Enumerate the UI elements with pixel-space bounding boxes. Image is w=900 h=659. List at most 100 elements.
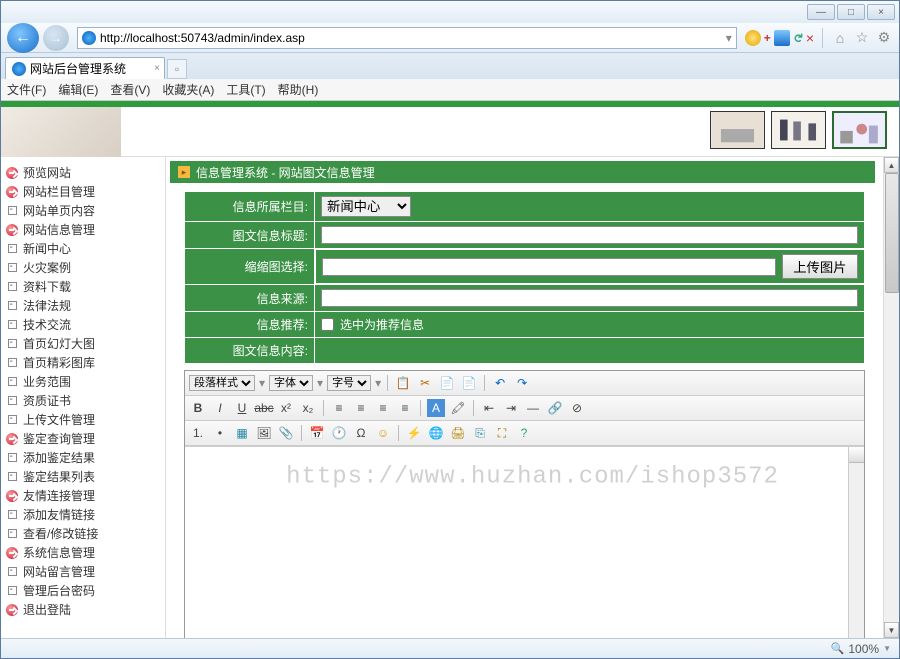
sidebar-item-0[interactable]: 预览网站 (5, 163, 161, 182)
sidebar-item-2[interactable]: 网站单页内容 (5, 201, 161, 220)
sidebar-item-19[interactable]: 查看/修改链接 (5, 524, 161, 543)
media-icon[interactable]: 🌐 (427, 424, 445, 442)
ol-icon[interactable]: 1. (189, 424, 207, 442)
symbol-icon[interactable]: Ω (352, 424, 370, 442)
ul-icon[interactable]: • (211, 424, 229, 442)
category-select[interactable]: 新闻中心 (321, 196, 411, 217)
stop-icon[interactable]: + (764, 31, 771, 45)
close-button[interactable]: × (867, 4, 895, 20)
sidebar-item-15[interactable]: 添加鉴定结果 (5, 448, 161, 467)
sidebar-item-18[interactable]: 添加友情链接 (5, 505, 161, 524)
source-icon[interactable]: ⎘ (471, 424, 489, 442)
fullscreen-icon[interactable]: ⛶ (493, 424, 511, 442)
time-icon[interactable]: 🕐 (330, 424, 348, 442)
strike-icon[interactable]: abc (255, 399, 273, 417)
sidebar-item-5[interactable]: 火灾案例 (5, 258, 161, 277)
italic-icon[interactable]: I (211, 399, 229, 417)
image-icon[interactable]: 🖼 (255, 424, 273, 442)
menu-favorites[interactable]: 收藏夹(A) (162, 81, 214, 98)
sub-icon[interactable]: x₂ (299, 399, 317, 417)
sidebar-item-3[interactable]: 网站信息管理 (5, 220, 161, 239)
sidebar-item-1[interactable]: 网站栏目管理 (5, 182, 161, 201)
font-family-select[interactable]: 字体 (269, 375, 313, 391)
zoom-dropdown-icon[interactable]: ▼ (883, 644, 891, 653)
source-input[interactable] (321, 289, 858, 307)
menu-tools[interactable]: 工具(T) (226, 81, 265, 98)
para-style-select[interactable]: 段落样式 (189, 375, 255, 391)
upload-button[interactable]: 上传图片 (782, 254, 857, 279)
go-icon[interactable]: ↻ (791, 32, 805, 42)
bg-color-icon[interactable]: 🖍 (449, 399, 467, 417)
sidebar-item-4[interactable]: 新闻中心 (5, 239, 161, 258)
sidebar-item-20[interactable]: 系统信息管理 (5, 543, 161, 562)
sidebar-item-9[interactable]: 首页幻灯大图 (5, 334, 161, 353)
emoji-icon[interactable]: ☺ (374, 424, 392, 442)
sidebar-item-7[interactable]: 法律法规 (5, 296, 161, 315)
bold-icon[interactable]: B (189, 399, 207, 417)
sidebar-item-13[interactable]: 上传文件管理 (5, 410, 161, 429)
minimize-button[interactable]: — (807, 4, 835, 20)
flash-icon[interactable]: ⚡ (405, 424, 423, 442)
scroll-down-icon[interactable]: ▼ (884, 622, 899, 638)
link-icon[interactable]: 🔗 (546, 399, 564, 417)
indent-icon[interactable]: ⇥ (502, 399, 520, 417)
maximize-button[interactable]: □ (837, 4, 865, 20)
editor-textarea[interactable] (185, 446, 864, 638)
table-icon[interactable]: ▦ (233, 424, 251, 442)
compat-icon[interactable] (745, 30, 761, 46)
menu-help[interactable]: 帮助(H) (278, 81, 319, 98)
align-right-icon[interactable]: ≡ (374, 399, 392, 417)
copy-icon[interactable]: 📋 (394, 374, 412, 392)
outdent-icon[interactable]: ⇤ (480, 399, 498, 417)
sidebar-item-14[interactable]: 鉴定查询管理 (5, 429, 161, 448)
sidebar-item-6[interactable]: 资料下载 (5, 277, 161, 296)
scroll-thumb[interactable] (885, 173, 899, 293)
dropdown-icon[interactable]: ▾ (726, 31, 732, 45)
recommend-checkbox[interactable] (321, 318, 334, 331)
paste-word-icon[interactable]: 📄 (460, 374, 478, 392)
sidebar-item-17[interactable]: 友情连接管理 (5, 486, 161, 505)
hr-icon[interactable]: — (524, 399, 542, 417)
scroll-up-icon[interactable]: ▲ (884, 157, 899, 173)
zoom-control[interactable]: 🔍 100% ▼ (831, 642, 891, 656)
underline-icon[interactable]: U (233, 399, 251, 417)
sidebar-item-23[interactable]: 退出登陆 (5, 600, 161, 619)
settings-icon[interactable]: ⚙ (875, 29, 893, 46)
menu-view[interactable]: 查看(V) (110, 81, 150, 98)
sidebar-item-11[interactable]: 业务范围 (5, 372, 161, 391)
refresh-icon[interactable] (774, 30, 790, 46)
unlink-icon[interactable]: ⊘ (568, 399, 586, 417)
sup-icon[interactable]: x² (277, 399, 295, 417)
sidebar-item-16[interactable]: 鉴定结果列表 (5, 467, 161, 486)
undo-icon[interactable]: ↶ (491, 374, 509, 392)
align-left-icon[interactable]: ≡ (330, 399, 348, 417)
address-bar[interactable]: ▾ (77, 27, 737, 49)
paste-icon[interactable]: 📄 (438, 374, 456, 392)
url-input[interactable] (100, 31, 726, 45)
sidebar-item-8[interactable]: 技术交流 (5, 315, 161, 334)
home-icon[interactable]: ⌂ (831, 30, 849, 46)
cancel-icon[interactable]: × (806, 30, 814, 46)
menu-file[interactable]: 文件(F) (7, 81, 46, 98)
attach-icon[interactable]: 📎 (277, 424, 295, 442)
font-size-select[interactable]: 字号 (327, 375, 371, 391)
thumb-1[interactable] (710, 111, 765, 149)
tab-close-icon[interactable]: × (154, 63, 160, 74)
thumb-2[interactable] (771, 111, 826, 149)
menu-edit[interactable]: 编辑(E) (58, 81, 98, 98)
browser-tab[interactable]: 网站后台管理系统 × (5, 57, 165, 79)
cut-icon[interactable]: ✂ (416, 374, 434, 392)
thumb-3[interactable] (832, 111, 887, 149)
align-center-icon[interactable]: ≡ (352, 399, 370, 417)
thumb-input[interactable] (322, 258, 776, 276)
help-icon[interactable]: ? (515, 424, 533, 442)
sidebar-item-12[interactable]: 资质证书 (5, 391, 161, 410)
align-justify-icon[interactable]: ≡ (396, 399, 414, 417)
forward-button[interactable]: → (43, 25, 69, 51)
new-tab-button[interactable]: ▫ (167, 59, 187, 79)
sidebar-item-21[interactable]: 网站留言管理 (5, 562, 161, 581)
sidebar-item-10[interactable]: 首页精彩图库 (5, 353, 161, 372)
back-button[interactable]: ← (7, 23, 39, 53)
favorites-icon[interactable]: ☆ (853, 29, 871, 46)
content-scrollbar[interactable]: ▲ ▼ (883, 157, 899, 638)
